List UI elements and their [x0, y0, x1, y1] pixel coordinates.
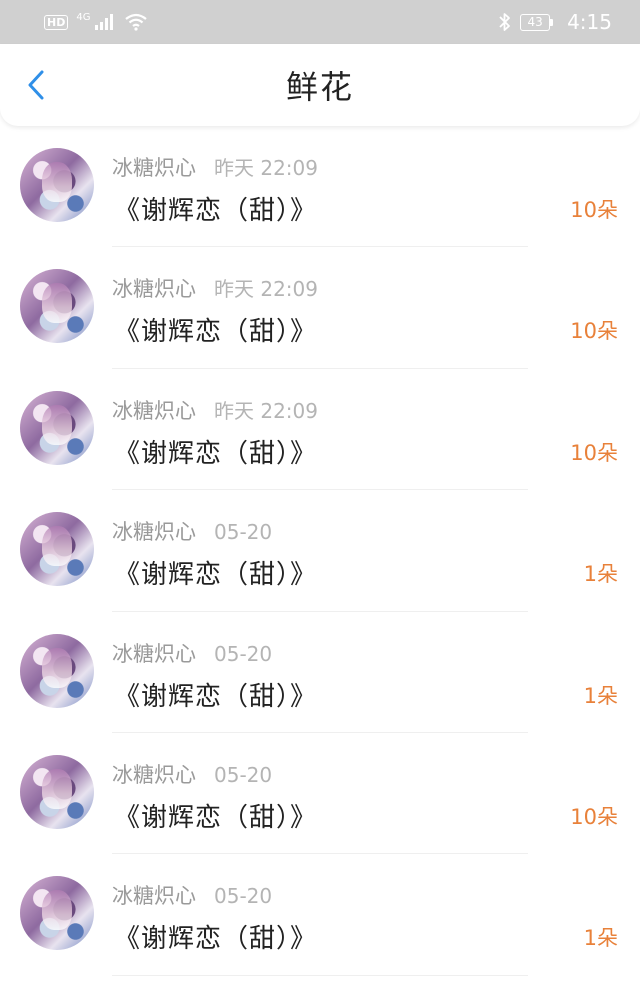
avatar[interactable] [20, 633, 94, 708]
timestamp: 05-20 [214, 520, 273, 545]
item-meta: 冰糖炽心 05-20 [112, 880, 272, 910]
flower-count: 10朵 [570, 198, 618, 222]
back-button[interactable] [20, 68, 52, 102]
timestamp: 05-20 [214, 762, 273, 787]
avatar[interactable] [20, 754, 94, 829]
username: 冰糖炽心 [112, 884, 196, 909]
item-meta: 冰糖炽心 05-20 [112, 638, 272, 668]
username: 冰糖炽心 [112, 156, 196, 180]
username: 冰糖炽心 [112, 520, 196, 545]
timestamp: 05-20 [214, 641, 273, 666]
signal-icon [95, 14, 114, 30]
username: 冰糖炽心 [112, 762, 196, 787]
list-item[interactable]: 冰糖炽心 05-20 《谢辉恋（甜）》 10朵 [0, 733, 640, 855]
chevron-left-icon [28, 70, 44, 100]
list-item[interactable]: 冰糖炽心 昨天 22:09 《谢辉恋（甜）》 10朵 [0, 369, 640, 491]
flower-count: 10朵 [570, 440, 618, 465]
avatar[interactable] [20, 876, 94, 951]
avatar[interactable] [20, 512, 94, 587]
battery-indicator: 43 [520, 13, 554, 31]
item-meta: 冰糖炽心 昨天 22:09 [112, 273, 318, 303]
timestamp: 昨天 22:09 [214, 277, 318, 302]
flower-count: 1朵 [583, 683, 618, 708]
timestamp: 昨天 22:09 [214, 398, 318, 423]
book-title: 《谢辉恋（甜）》 [114, 196, 318, 226]
book-title: 《谢辉恋（甜）》 [114, 924, 318, 955]
flower-gift-list: 冰糖炽心 昨天 22:09 《谢辉恋（甜）》 10朵 冰糖炽心 昨天 22:09… [0, 126, 640, 976]
item-meta: 冰糖炽心 05-20 [112, 759, 272, 789]
item-meta: 冰糖炽心 昨天 22:09 [112, 152, 318, 182]
flower-count: 10朵 [570, 804, 618, 829]
book-title: 《谢辉恋（甜）》 [114, 317, 318, 348]
item-meta: 冰糖炽心 05-20 [112, 516, 272, 546]
battery-tip [550, 18, 554, 26]
network-type: 4G [76, 11, 91, 23]
divider [112, 974, 528, 976]
hd-badge: HD [44, 14, 69, 30]
bluetooth-icon [499, 13, 510, 31]
username: 冰糖炽心 [112, 641, 196, 666]
avatar[interactable] [20, 269, 94, 344]
username: 冰糖炽心 [112, 277, 196, 302]
item-meta: 冰糖炽心 昨天 22:09 [112, 395, 318, 425]
username: 冰糖炽心 [112, 398, 196, 423]
flower-count: 1朵 [583, 926, 618, 951]
status-left: HD 4G [44, 11, 148, 31]
list-item[interactable]: 冰糖炽心 05-20 《谢辉恋（甜）》 1朵 [0, 612, 640, 733]
book-title: 《谢辉恋（甜）》 [114, 681, 318, 712]
avatar[interactable] [20, 390, 94, 465]
list-item[interactable]: 冰糖炽心 05-20 《谢辉恋（甜）》 1朵 [0, 490, 640, 612]
status-right: 43 4:15 [498, 10, 612, 34]
list-item[interactable]: 冰糖炽心 昨天 22:09 《谢辉恋（甜）》 10朵 [0, 126, 640, 248]
list-item[interactable]: 冰糖炽心 昨天 22:09 《谢辉恋（甜）》 10朵 [0, 247, 640, 369]
flower-count: 1朵 [583, 562, 618, 587]
book-title: 《谢辉恋（甜）》 [114, 560, 318, 591]
timestamp: 昨天 22:09 [214, 156, 318, 180]
status-bar: HD 4G 43 4:15 [0, 0, 640, 44]
list-item[interactable]: 冰糖炽心 05-20 《谢辉恋（甜）》 1朵 [0, 854, 640, 976]
avatar[interactable] [20, 148, 94, 222]
status-time: 4:15 [567, 10, 612, 34]
flower-count: 10朵 [570, 319, 618, 344]
page-title: 鲜花 [285, 68, 354, 106]
nav-bar: 鲜花 [0, 44, 640, 126]
wifi-icon [125, 13, 148, 31]
battery-level: 43 [520, 13, 551, 31]
book-title: 《谢辉恋（甜）》 [114, 438, 318, 469]
book-title: 《谢辉恋（甜）》 [114, 802, 318, 833]
timestamp: 05-20 [214, 884, 273, 909]
